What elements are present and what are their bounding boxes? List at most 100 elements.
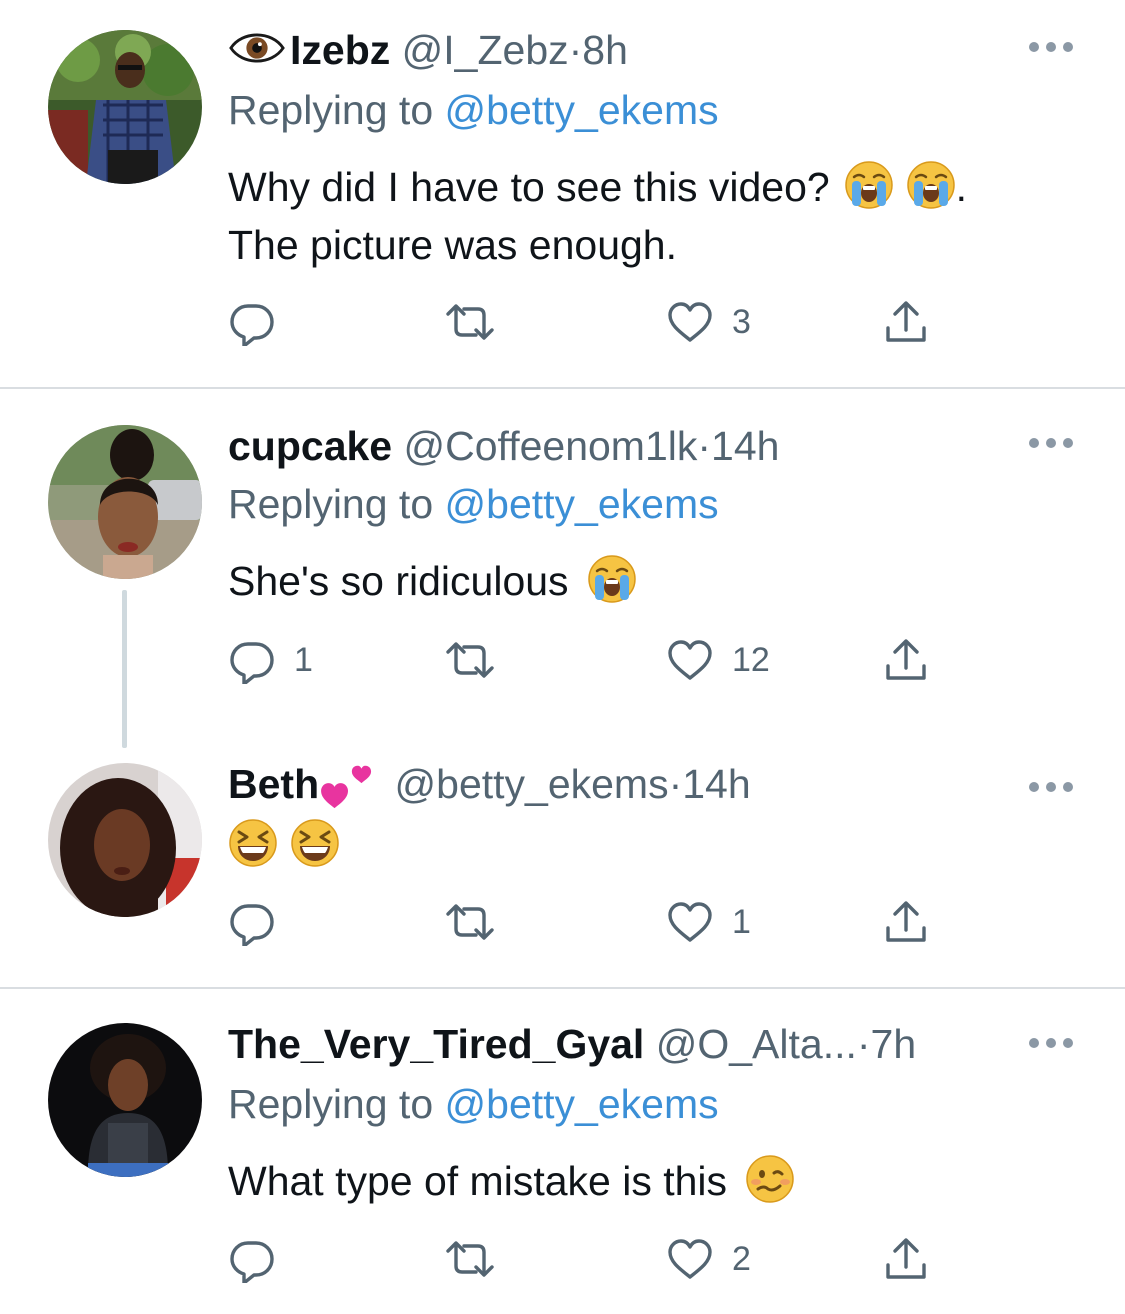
loudly-crying-face-icon [906,160,956,210]
like-count: 12 [732,641,770,679]
tweet-actions: 3 [228,297,948,347]
tweet-beth[interactable]: Beth @betty_ekems·14h 1 [0,740,1125,988]
retweet-button[interactable] [440,635,500,685]
tweet-text-line: She's so ridiculous [228,558,569,604]
heart-icon [666,298,714,346]
tweet-text-line: Why did I have to see this video? [228,164,830,210]
retweet-icon [440,898,500,946]
tweet-the-very-tired-gyal[interactable]: The_Very_Tired_Gyal @O_Alta...·7h Replyi… [0,990,1125,1314]
reply-button[interactable] [228,1234,294,1284]
avatar-cupcake[interactable] [48,425,202,579]
tweet-text-line: What type of mistake is this [228,1158,728,1204]
reply-icon [228,636,276,684]
tweet-divider [0,987,1125,989]
timestamp[interactable]: 7h [871,1021,917,1067]
tweet-actions: 1 12 [228,635,948,685]
display-name[interactable]: Beth [228,761,319,807]
user-handle[interactable]: @O_Alta... [656,1021,857,1067]
retweet-icon [440,1235,500,1283]
separator-dot: · [856,1021,871,1067]
more-options-icon[interactable] [1029,42,1073,54]
grinning-squinting-face-icon [290,818,340,868]
tweet-header: cupcake @Coffeenom1lk·14h [228,418,779,474]
like-count: 2 [732,1240,751,1278]
retweet-button[interactable] [440,1234,500,1284]
replying-to: Replying to @betty_ekems [228,1076,719,1132]
avatar-the-very-tired-gyal[interactable] [48,1023,202,1177]
replying-prefix: Replying to [228,481,434,527]
tweet-divider [0,387,1125,389]
display-name[interactable]: Izebz [290,27,390,73]
tweet-text: Why did I have to see this video?. The p… [228,158,1088,274]
eye-icon [228,28,286,68]
retweet-button[interactable] [440,897,500,947]
replying-to: Replying to @betty_ekems [228,82,719,138]
heart-icon [666,898,714,946]
separator-dot: · [568,27,583,73]
tweet-text-line: The picture was enough. [228,222,677,268]
separator-dot: · [697,423,712,469]
tweet-text: What type of mistake is this [228,1152,1088,1210]
like-button[interactable]: 1 [666,897,751,947]
replying-to: Replying to @betty_ekems [228,476,719,532]
separator-dot: · [668,761,683,807]
replying-to-link[interactable]: @betty_ekems [445,481,719,527]
display-name[interactable]: cupcake [228,423,392,469]
like-button[interactable]: 3 [666,297,751,347]
replying-prefix: Replying to [228,1081,434,1127]
share-icon [882,636,930,684]
like-button[interactable]: 2 [666,1234,751,1284]
tweet-actions: 2 [228,1234,948,1284]
loudly-crying-face-icon [587,554,637,604]
timestamp[interactable]: 14h [711,423,779,469]
reply-button[interactable] [228,897,294,947]
reply-icon [228,1235,276,1283]
tweet-header: Beth @betty_ekems·14h [228,756,751,812]
tweet-text: She's so ridiculous [228,552,1088,610]
replying-to-link[interactable]: @betty_ekems [445,87,719,133]
tweet-header: The_Very_Tired_Gyal @O_Alta...·7h [228,1016,916,1072]
display-name[interactable]: The_Very_Tired_Gyal [228,1021,644,1067]
like-count: 3 [732,303,751,341]
like-count: 1 [732,903,751,941]
reply-button[interactable]: 1 [228,635,313,685]
thread-line [122,590,127,748]
share-icon [882,298,930,346]
retweet-button[interactable] [440,297,500,347]
woozy-face-icon [745,1154,795,1204]
two-hearts-icon [319,760,377,810]
share-icon [882,1235,930,1283]
reply-count: 1 [294,641,313,679]
like-button[interactable]: 12 [666,635,770,685]
tweet-izebz[interactable]: Izebz @I_Zebz·8h Replying to @betty_ekem… [0,0,1125,388]
timestamp[interactable]: 14h [682,761,750,807]
share-button[interactable] [882,1234,930,1284]
tweet-actions: 1 [228,897,948,947]
tweet-cupcake[interactable]: cupcake @Coffeenom1lk·14h Replying to @b… [0,390,1125,748]
grinning-squinting-face-icon [228,818,278,868]
share-button[interactable] [882,635,930,685]
more-options-icon[interactable] [1029,782,1073,794]
replying-prefix: Replying to [228,87,434,133]
reply-button[interactable] [228,297,294,347]
tweet-text-suffix: . [955,164,968,210]
user-handle[interactable]: @Coffeenom1lk [404,423,698,469]
heart-icon [666,636,714,684]
retweet-icon [440,298,500,346]
avatar-izebz[interactable] [48,30,202,184]
share-icon [882,898,930,946]
tweet-text [228,816,1088,874]
replying-to-link[interactable]: @betty_ekems [445,1081,719,1127]
share-button[interactable] [882,897,930,947]
timestamp[interactable]: 8h [582,27,628,73]
share-button[interactable] [882,297,930,347]
reply-icon [228,298,276,346]
more-options-icon[interactable] [1029,438,1073,450]
loudly-crying-face-icon [844,160,894,210]
user-handle[interactable]: @I_Zebz [402,27,569,73]
user-handle[interactable]: @betty_ekems [395,761,669,807]
heart-icon [666,1235,714,1283]
more-options-icon[interactable] [1029,1038,1073,1050]
retweet-icon [440,636,500,684]
avatar-beth[interactable] [48,763,202,917]
